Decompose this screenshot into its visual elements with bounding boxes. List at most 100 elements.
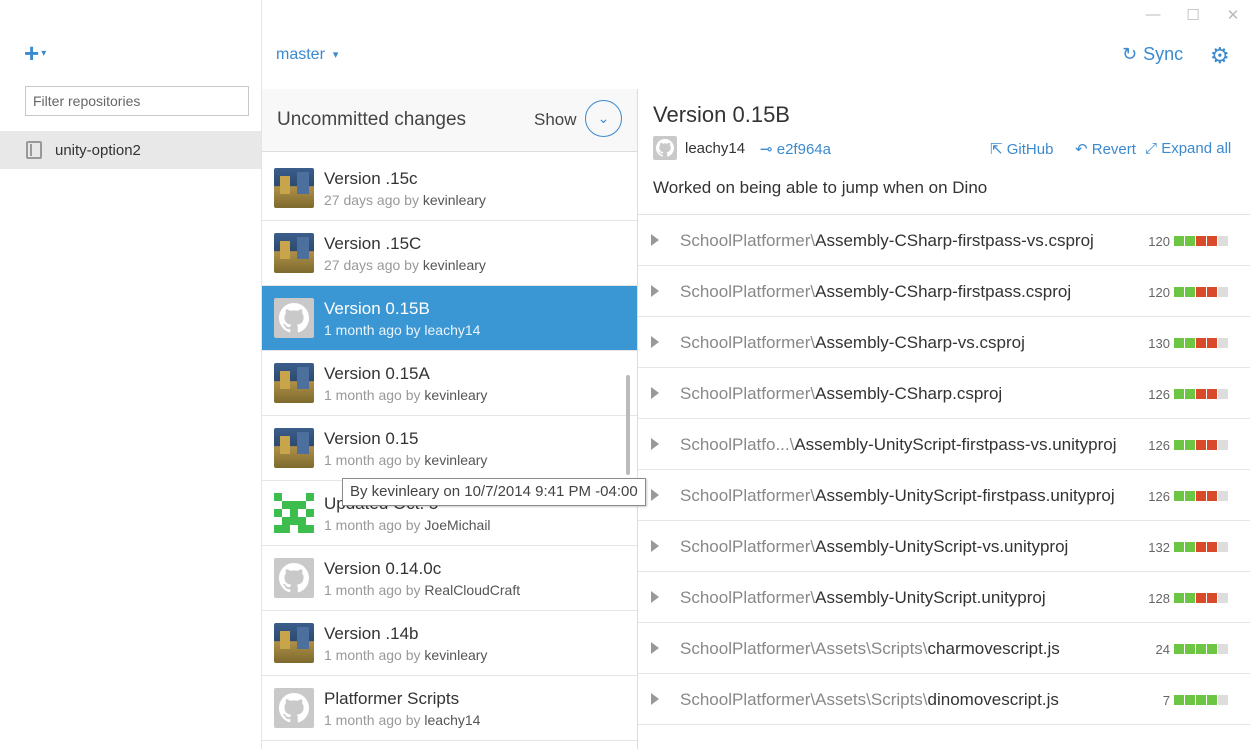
commit-list: Version .15c 27 days ago by kevinleary Ver… [262, 156, 637, 741]
diffstat-block [1218, 542, 1228, 552]
commit-row-time: 27 days ago by [324, 192, 419, 208]
github-octocat-icon [279, 693, 309, 723]
expand-triangle-icon[interactable] [651, 285, 659, 297]
diffstat-block [1174, 491, 1184, 501]
file-name: Assembly-UnityScript-vs.unityproj [815, 537, 1069, 556]
file-dir: SchoolPlatformer\ [680, 384, 816, 403]
diffstat-bar [1174, 440, 1228, 450]
file-path: SchoolPlatformer\Assembly-UnityScript.un… [680, 588, 1046, 608]
changed-file-row[interactable]: SchoolPlatformer\Assembly-CSharp-firstpa… [638, 266, 1250, 317]
minimize-icon[interactable]: — [1144, 6, 1162, 24]
changed-file-row[interactable]: SchoolPlatformer\Assets\Scripts\dinomove… [638, 674, 1250, 725]
close-icon[interactable]: ✕ [1224, 6, 1242, 24]
commit-row[interactable]: Platformer Scripts 1 month ago by leachy1… [262, 676, 637, 741]
file-path: SchoolPlatformer\Assembly-UnityScript-vs… [680, 537, 1068, 557]
commit-row-meta: 1 month ago by leachy14 [324, 322, 480, 338]
diffstat-block [1218, 287, 1228, 297]
sync-button[interactable]: ↻ Sync [1122, 44, 1183, 65]
expand-all-button[interactable]: ⤢ Expand all [1145, 140, 1231, 157]
plus-icon: + [24, 38, 40, 68]
diffstat-block [1196, 236, 1206, 246]
show-label[interactable]: Show [534, 110, 577, 130]
changed-file-row[interactable]: SchoolPlatformer\Assembly-UnityScript-vs… [638, 521, 1250, 572]
github-button[interactable]: ⇱ GitHub [990, 140, 1053, 158]
diffstat-block [1196, 593, 1206, 603]
expand-triangle-icon[interactable] [651, 591, 659, 603]
commit-avatar [274, 558, 314, 598]
changed-file-row[interactable]: SchoolPlatformer\Assets\Scripts\charmove… [638, 623, 1250, 674]
commit-row[interactable]: Version 0.14.0c 1 month ago by RealCloudC… [262, 546, 637, 611]
diffstat-block [1196, 287, 1206, 297]
caret-down-icon: ▾ [332, 49, 339, 61]
commit-list-scrollbar[interactable] [626, 375, 630, 475]
expand-triangle-icon[interactable] [651, 693, 659, 705]
file-name: Assembly-UnityScript.unityproj [815, 588, 1046, 607]
diffstat-block [1207, 644, 1217, 654]
commit-row[interactable]: Version 0.15 1 month ago by kevinleary [262, 416, 637, 481]
changed-file-row[interactable]: SchoolPlatformer\Assembly-UnityScript.un… [638, 572, 1250, 623]
github-label: GitHub [1006, 141, 1054, 158]
diffstat-block [1174, 287, 1184, 297]
diffstat-block [1174, 644, 1184, 654]
sync-icon: ↻ [1122, 44, 1138, 64]
commit-row-meta: 1 month ago by RealCloudCraft [324, 582, 520, 598]
change-count: 7 [1162, 693, 1170, 708]
repo-item-unity-option2[interactable]: unity-option2 [0, 131, 261, 169]
changed-file-row[interactable]: SchoolPlatformer\Assembly-CSharp-firstpa… [638, 215, 1250, 266]
commit-row[interactable]: Version .15c 27 days ago by kevinleary [262, 156, 637, 221]
commit-row-author: kevinleary [422, 192, 486, 208]
file-dir: SchoolPlatformer\ [680, 486, 816, 505]
commit-row[interactable]: Version .15C 27 days ago by kevinleary [262, 221, 637, 286]
diffstat-block [1218, 644, 1228, 654]
settings-gear-icon[interactable]: ⚙ [1210, 43, 1230, 69]
diffstat-block [1185, 491, 1195, 501]
commit-row-time: 1 month ago by [324, 517, 421, 533]
expand-triangle-icon[interactable] [651, 387, 659, 399]
diffstat-block [1174, 389, 1184, 399]
change-count: 126 [1148, 387, 1170, 402]
expand-triangle-icon[interactable] [651, 489, 659, 501]
file-dir: SchoolPlatformer\ [680, 282, 816, 301]
diffstat-block [1207, 593, 1217, 603]
commit-row-meta: 27 days ago by kevinleary [324, 257, 486, 273]
expand-triangle-icon[interactable] [651, 642, 659, 654]
commit-row-author: JoeMichail [424, 517, 491, 533]
branch-selector[interactable]: master ▾ [276, 46, 338, 64]
maximize-icon[interactable]: ☐ [1184, 6, 1202, 24]
diffstat-block [1174, 542, 1184, 552]
uncommitted-title: Uncommitted changes [277, 109, 467, 130]
diffstat-block [1218, 440, 1228, 450]
file-name: Assembly-UnityScript-firstpass-vs.unityp… [794, 435, 1117, 454]
commit-row[interactable]: Version 0.15B 1 month ago by leachy14 [262, 286, 637, 351]
commit-sha-link[interactable]: ⊸ e2f964a [760, 140, 831, 158]
branch-label: master [276, 46, 325, 63]
expand-triangle-icon[interactable] [651, 234, 659, 246]
commit-avatar [274, 363, 314, 403]
changed-file-row[interactable]: SchoolPlatfo...\Assembly-UnityScript-fir… [638, 419, 1250, 470]
commit-row-meta: 1 month ago by kevinleary [324, 387, 487, 403]
changed-files-list: SchoolPlatformer\Assembly-CSharp-firstpa… [638, 214, 1250, 725]
file-path: SchoolPlatformer\Assembly-UnityScript-fi… [680, 486, 1115, 506]
diffstat-block [1185, 695, 1195, 705]
diffstat-block [1218, 338, 1228, 348]
changed-file-row[interactable]: SchoolPlatformer\Assembly-CSharp-vs.cspr… [638, 317, 1250, 368]
diffstat-block [1174, 236, 1184, 246]
filter-repositories-input[interactable] [25, 86, 249, 116]
add-repository-button[interactable]: + ▾ [24, 40, 46, 67]
file-path: SchoolPlatformer\Assembly-CSharp.csproj [680, 384, 1002, 404]
changed-file-row[interactable]: SchoolPlatformer\Assembly-UnityScript-fi… [638, 470, 1250, 521]
changed-file-row[interactable]: SchoolPlatformer\Assembly-CSharp.csproj 1… [638, 368, 1250, 419]
commit-row-author: RealCloudCraft [424, 582, 521, 598]
show-uncommitted-button[interactable]: ⌄ [585, 100, 622, 137]
repository-icon [26, 141, 42, 159]
commit-row[interactable]: Version .14b 1 month ago by kevinleary [262, 611, 637, 676]
expand-triangle-icon[interactable] [651, 438, 659, 450]
expand-triangle-icon[interactable] [651, 540, 659, 552]
expand-triangle-icon[interactable] [651, 336, 659, 348]
diffstat-block [1174, 440, 1184, 450]
revert-button[interactable]: ↶ Revert [1075, 140, 1136, 158]
file-path: SchoolPlatformer\Assets\Scripts\dinomove… [680, 690, 1059, 710]
commit-row[interactable]: Version 0.15A 1 month ago by kevinleary [262, 351, 637, 416]
commit-row-title: Version 0.15A [324, 364, 430, 383]
commit-row-title: Version .14b [324, 624, 419, 643]
